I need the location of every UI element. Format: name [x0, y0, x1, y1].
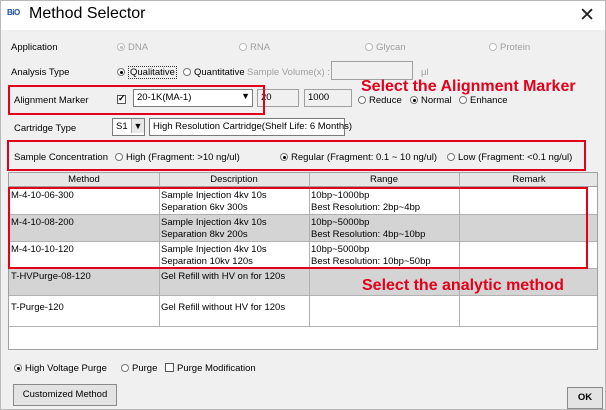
radio-icon	[115, 153, 123, 161]
radio-icon	[410, 96, 418, 104]
cell-description: Sample Injection 4kv 10s	[161, 190, 267, 201]
cell-range: Best Resolution: 2bp~4bp	[311, 202, 421, 213]
application-label: Application	[11, 42, 58, 53]
radio-icon	[280, 153, 288, 161]
sample-concentration-label: Sample Concentration	[14, 152, 108, 163]
sample-volume-unit: μl	[421, 67, 429, 78]
mode-option-reduce[interactable]: Reduce	[358, 95, 402, 106]
cartridge-type-dropdown[interactable]: S1 ▼	[112, 118, 145, 136]
analysis-option-quantitative[interactable]: Quantitative	[183, 67, 245, 78]
ok-button[interactable]: OK	[567, 387, 603, 409]
radio-icon	[183, 68, 191, 76]
concentration-option-high[interactable]: High (Fragment: >10 ng/ul)	[115, 152, 240, 163]
cell-range: 10bp~5000bp	[311, 217, 370, 228]
alignment-marker-checkbox[interactable]	[117, 93, 129, 106]
cartridge-type-label: Cartridge Type	[14, 123, 77, 134]
alignment-marker-label: Alignment Marker	[14, 95, 89, 106]
radio-icon	[489, 43, 497, 51]
cell-description: Separation 10kv 120s	[161, 256, 253, 267]
purge-modification-checkbox[interactable]: Purge Modification	[165, 363, 256, 374]
alignment-marker-value: 20-1K(MA-1)	[137, 92, 192, 103]
table-row[interactable]: M-4-10-08-200 Sample Injection 4kv 10s S…	[9, 215, 597, 242]
annotation-alignment-marker: Select the Alignment Marker	[361, 78, 576, 95]
cell-description: Sample Injection 4kv 10s	[161, 244, 267, 255]
radio-icon	[121, 364, 129, 372]
chevron-down-icon[interactable]: ▼	[241, 91, 250, 101]
title-bar: BiO Method Selector ✕	[1, 1, 605, 30]
application-option-protein[interactable]: Protein	[489, 42, 530, 53]
cell-method: M-4-10-06-300	[11, 190, 74, 201]
purge-option-high-voltage[interactable]: High Voltage Purge	[14, 363, 107, 374]
app-logo-icon: BiO	[7, 8, 20, 17]
column-divider	[309, 173, 310, 327]
cell-range: Best Resolution: 4bp~10bp	[311, 229, 426, 240]
table-row[interactable]: M-4-10-06-300 Sample Injection 4kv 10s S…	[9, 188, 597, 215]
purge-option-purge[interactable]: Purge	[121, 363, 157, 374]
application-option-dna[interactable]: DNA	[117, 42, 148, 53]
concentration-option-regular[interactable]: Regular (Fragment: 0.1 ~ 10 ng/ul)	[280, 152, 437, 163]
column-header-range[interactable]: Range	[309, 174, 459, 185]
cell-range: 10bp~5000bp	[311, 244, 370, 255]
radio-icon	[239, 43, 247, 51]
cell-method: T-HVPurge-08-120	[11, 271, 91, 282]
application-option-glycan[interactable]: Glycan	[365, 42, 406, 53]
cell-description: Gel Refill with HV on for 120s	[161, 271, 286, 282]
cartridge-type-value: S1	[116, 121, 128, 132]
cell-description: Separation 6kv 300s	[161, 202, 248, 213]
radio-icon	[358, 96, 366, 104]
radio-icon	[459, 96, 467, 104]
alignment-marker-low[interactable]: 20	[257, 89, 299, 107]
radio-icon	[117, 68, 125, 76]
chevron-down-icon[interactable]: ▼	[131, 119, 144, 133]
mode-option-enhance[interactable]: Enhance	[459, 95, 508, 106]
window-title: Method Selector	[29, 5, 146, 22]
method-table: Method Description Range Remark M-4-10-0…	[8, 172, 598, 350]
annotation-analytic-method: Select the analytic method	[362, 277, 564, 294]
column-header-remark[interactable]: Remark	[459, 174, 597, 185]
alignment-marker-high[interactable]: 1000	[304, 89, 352, 107]
cell-method: M-4-10-10-120	[11, 244, 74, 255]
cell-range: Best Resolution: 10bp~50bp	[311, 256, 431, 267]
column-divider	[459, 173, 460, 327]
analysis-option-qualitative[interactable]: Qualitative	[117, 66, 177, 79]
customized-method-button[interactable]: Customized Method	[13, 384, 117, 406]
method-selector-window: BiO Method Selector ✕ Application DNA RN…	[0, 0, 606, 410]
cell-description: Sample Injection 4kv 10s	[161, 217, 267, 228]
analysis-type-label: Analysis Type	[11, 67, 70, 78]
checkbox-icon	[117, 93, 126, 104]
radio-icon	[14, 364, 22, 372]
column-header-description[interactable]: Description	[159, 174, 309, 185]
cell-description: Gel Refill without HV for 120s	[161, 302, 286, 313]
cell-description: Separation 8kv 200s	[161, 229, 248, 240]
column-header-method[interactable]: Method	[9, 174, 159, 185]
sample-volume-label: Sample Volume(x) :	[247, 67, 330, 78]
radio-icon	[365, 43, 373, 51]
alignment-marker-dropdown[interactable]: 20-1K(MA-1) ▼	[133, 89, 253, 107]
application-option-rna[interactable]: RNA	[239, 42, 270, 53]
cartridge-description: High Resolution Cartridge(Shelf Life: 6 …	[149, 118, 352, 136]
table-header: Method Description Range Remark	[9, 173, 597, 187]
cell-method: M-4-10-08-200	[11, 217, 74, 228]
concentration-option-low[interactable]: Low (Fragment: <0.1 ng/ul)	[447, 152, 572, 163]
table-row[interactable]: M-4-10-10-120 Sample Injection 4kv 10s S…	[9, 242, 597, 269]
column-divider	[159, 173, 160, 327]
cell-method: T-Purge-120	[11, 302, 64, 313]
close-icon[interactable]: ✕	[579, 4, 595, 27]
radio-icon	[447, 153, 455, 161]
mode-option-normal[interactable]: Normal	[410, 95, 452, 106]
radio-icon	[117, 43, 125, 51]
table-row[interactable]: T-Purge-120 Gel Refill without HV for 12…	[9, 296, 597, 327]
checkbox-icon	[165, 363, 174, 372]
cell-range: 10bp~1000bp	[311, 190, 370, 201]
